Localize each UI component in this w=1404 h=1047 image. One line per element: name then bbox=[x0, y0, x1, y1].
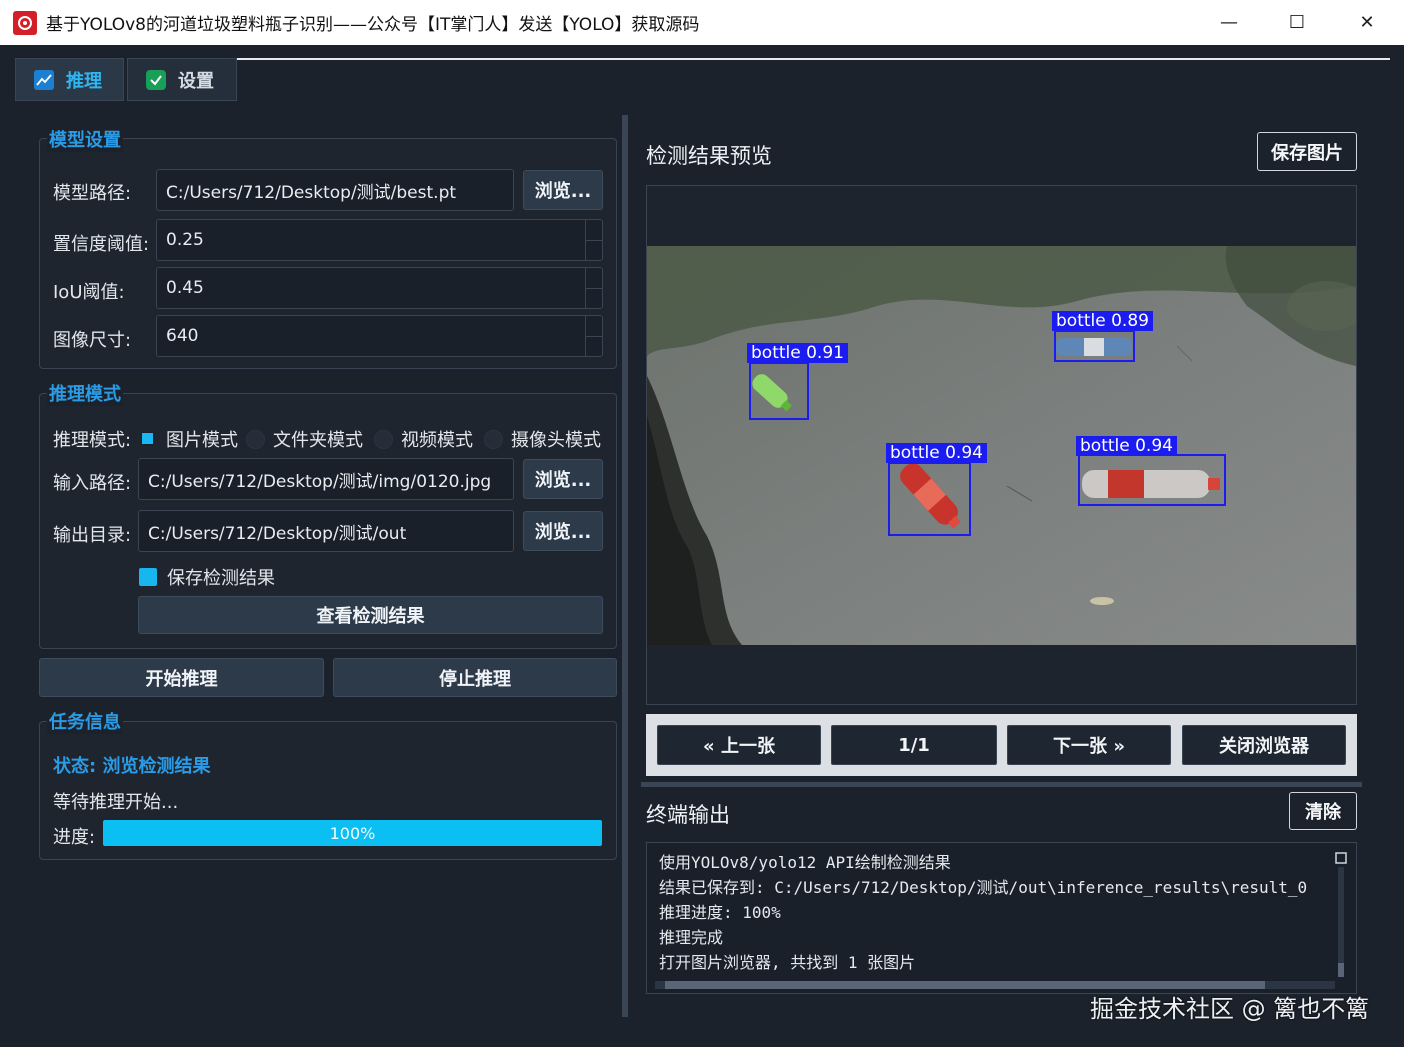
task-info-title: 任务信息 bbox=[47, 708, 123, 734]
preview-title: 检测结果预览 bbox=[646, 144, 772, 168]
terminal-title: 终端输出 bbox=[646, 803, 730, 827]
window-title: 基于YOLOv8的河道垃圾塑料瓶子识别——公众号【IT掌门人】发送【YOLO】获… bbox=[46, 15, 700, 35]
terminal-line: 推理进度: 100% bbox=[659, 903, 781, 922]
input-browse-button[interactable]: 浏览... bbox=[523, 459, 603, 499]
detection-box-1 bbox=[749, 362, 809, 420]
tab-inference[interactable]: 推理 bbox=[15, 58, 124, 101]
input-path-label: 输入路径: bbox=[53, 473, 132, 494]
status-text: 状态: 浏览检测结果 bbox=[53, 756, 211, 777]
watermark: 掘金技术社区 @ 篱也不篱 bbox=[1090, 995, 1370, 1023]
start-inference-button[interactable]: 开始推理 bbox=[39, 658, 324, 697]
radio-camera-mode-label: 摄像头模式 bbox=[511, 430, 601, 451]
scrollbar-thumb[interactable] bbox=[665, 981, 1265, 989]
title-bar: 基于YOLOv8的河道垃圾塑料瓶子识别——公众号【IT掌门人】发送【YOLO】获… bbox=[0, 0, 1404, 45]
image-counter: 1/1 bbox=[831, 725, 997, 765]
iou-threshold-spinbox[interactable]: 0.45 bbox=[156, 267, 603, 309]
terminal-line: 使用YOLOv8/yolo12 API绘制检测结果 bbox=[659, 853, 951, 872]
view-results-button[interactable]: 查看检测结果 bbox=[138, 596, 603, 634]
output-dir-input[interactable]: C:/Users/712/Desktop/测试/out bbox=[138, 510, 514, 552]
radio-image-mode[interactable]: 图片模式 bbox=[139, 426, 238, 452]
close-button[interactable]: ✕ bbox=[1332, 0, 1402, 45]
radio-video-mode-label: 视频模式 bbox=[401, 430, 473, 451]
prev-image-button[interactable]: « 上一张 bbox=[657, 725, 821, 765]
maximize-button[interactable]: ☐ bbox=[1262, 0, 1332, 45]
tab-settings[interactable]: 设置 bbox=[127, 58, 237, 101]
image-size-value: 640 bbox=[166, 326, 199, 346]
detection-label-3: bottle 0.94 bbox=[886, 443, 987, 463]
iou-threshold-label: IoU阈值: bbox=[53, 282, 125, 303]
detection-box-3 bbox=[888, 462, 971, 536]
radio-camera-mode[interactable]: 摄像头模式 bbox=[484, 426, 601, 452]
checkbox-indicator bbox=[139, 568, 157, 586]
detection-image: bottle 0.91 bottle 0.89 bottle 0.94 bott… bbox=[647, 246, 1356, 645]
radio-folder-mode[interactable]: 文件夹模式 bbox=[246, 426, 363, 452]
terminal-output[interactable]: 使用YOLOv8/yolo12 API绘制检测结果 结果已保存到: C:/Use… bbox=[646, 842, 1357, 994]
conf-spin-arrows[interactable] bbox=[585, 220, 602, 260]
conf-threshold-spinbox[interactable]: 0.25 bbox=[156, 219, 603, 261]
radio-indicator bbox=[484, 429, 503, 449]
progress-bar: 100% bbox=[103, 820, 602, 846]
radio-image-mode-label: 图片模式 bbox=[166, 430, 238, 451]
conf-threshold-value: 0.25 bbox=[166, 230, 204, 250]
model-path-input[interactable]: C:/Users/712/Desktop/测试/best.pt bbox=[156, 169, 514, 211]
tab-inference-label: 推理 bbox=[66, 70, 102, 92]
save-image-button[interactable]: 保存图片 bbox=[1257, 132, 1357, 171]
iou-threshold-value: 0.45 bbox=[166, 278, 204, 298]
radio-indicator bbox=[374, 429, 393, 449]
model-path-label: 模型路径: bbox=[53, 183, 132, 204]
detection-label-4: bottle 0.94 bbox=[1076, 436, 1177, 456]
main-area: 推理 设置 模型设置 模型路径: C:/Users/712/Desktop/测试… bbox=[0, 45, 1404, 1047]
detection-box-4 bbox=[1078, 454, 1226, 506]
radio-folder-mode-label: 文件夹模式 bbox=[273, 430, 363, 451]
save-results-checkbox[interactable]: 保存检测结果 bbox=[139, 564, 275, 590]
output-dir-label: 输出目录: bbox=[53, 525, 132, 546]
output-browse-button[interactable]: 浏览... bbox=[523, 511, 603, 551]
horizontal-splitter[interactable] bbox=[641, 782, 1362, 787]
model-settings-title: 模型设置 bbox=[47, 126, 123, 152]
image-size-spin-arrows[interactable] bbox=[585, 316, 602, 356]
terminal-line: 结果已保存到: C:/Users/712/Desktop/测试/out\infe… bbox=[659, 878, 1308, 897]
terminal-line: 打开图片浏览器, 共找到 1 张图片 bbox=[659, 953, 916, 972]
radio-indicator-selected bbox=[141, 432, 155, 446]
radio-indicator bbox=[246, 429, 265, 449]
tab-bar-divider bbox=[236, 58, 1390, 60]
image-navigation-bar: « 上一张 1/1 下一张 » 关闭浏览器 bbox=[646, 714, 1357, 776]
conf-threshold-label: 置信度阈值: bbox=[53, 234, 150, 255]
model-browse-button[interactable]: 浏览... bbox=[523, 170, 603, 210]
tab-settings-label: 设置 bbox=[178, 70, 214, 92]
detection-label-1: bottle 0.91 bbox=[747, 343, 848, 363]
image-size-label: 图像尺寸: bbox=[53, 330, 132, 351]
chart-icon bbox=[34, 69, 54, 90]
task-message: 等待推理开始... bbox=[53, 792, 179, 813]
input-path-input[interactable]: C:/Users/712/Desktop/测试/img/0120.jpg bbox=[138, 458, 514, 500]
panel-splitter[interactable] bbox=[622, 115, 628, 1017]
terminal-horizontal-scrollbar[interactable] bbox=[655, 981, 1335, 989]
image-size-spinbox[interactable]: 640 bbox=[156, 315, 603, 357]
stop-inference-button[interactable]: 停止推理 bbox=[333, 658, 617, 697]
save-results-label: 保存检测结果 bbox=[167, 568, 275, 589]
detection-label-2: bottle 0.89 bbox=[1052, 311, 1153, 331]
progress-label: 进度: bbox=[53, 827, 96, 848]
clear-terminal-button[interactable]: 清除 bbox=[1289, 792, 1357, 830]
iou-spin-arrows[interactable] bbox=[585, 268, 602, 308]
close-browser-button[interactable]: 关闭浏览器 bbox=[1182, 725, 1346, 765]
minimize-button[interactable]: — bbox=[1194, 0, 1264, 45]
next-image-button[interactable]: 下一张 » bbox=[1007, 725, 1171, 765]
mode-label: 推理模式: bbox=[53, 430, 132, 451]
inference-mode-title: 推理模式 bbox=[47, 380, 123, 406]
terminal-line: 推理完成 bbox=[659, 928, 724, 947]
app-logo-icon bbox=[13, 10, 37, 35]
radio-video-mode[interactable]: 视频模式 bbox=[374, 426, 473, 452]
progress-text: 100% bbox=[329, 823, 376, 843]
terminal-vertical-scrollbar[interactable] bbox=[1334, 851, 1348, 983]
check-icon bbox=[146, 69, 166, 90]
detection-box-2 bbox=[1054, 330, 1135, 362]
